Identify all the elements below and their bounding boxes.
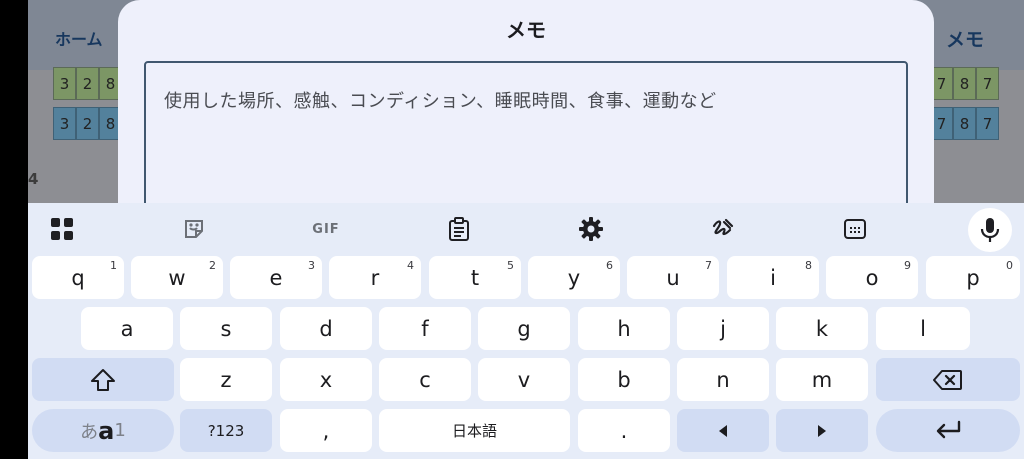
grid-cell: 7 <box>976 107 999 140</box>
key-b[interactable]: b <box>578 358 670 401</box>
space-key[interactable]: 日本語 <box>379 409 570 452</box>
arrow-left-icon <box>719 424 727 437</box>
key-a[interactable]: a <box>81 307 173 350</box>
key-hint: 5 <box>507 259 514 272</box>
key-g[interactable]: g <box>478 307 570 350</box>
key-d[interactable]: d <box>280 307 372 350</box>
key-i[interactable]: i8 <box>727 256 819 299</box>
key-u[interactable]: u7 <box>627 256 719 299</box>
key-k[interactable]: k <box>776 307 868 350</box>
cursor-right-key[interactable] <box>776 409 868 452</box>
shift-key[interactable] <box>32 358 174 401</box>
key-o[interactable]: o9 <box>826 256 918 299</box>
key-v[interactable]: v <box>478 358 570 401</box>
microphone-icon <box>980 218 1000 242</box>
key-f[interactable]: f <box>379 307 471 350</box>
key-m[interactable]: m <box>776 358 868 401</box>
key-label: p <box>966 265 980 290</box>
key-hint: 6 <box>606 259 613 272</box>
dialog-title: メモ <box>506 18 546 42</box>
key-label: q <box>71 265 85 290</box>
gif-icon[interactable]: GIF <box>306 215 346 243</box>
grid-cell: 3 <box>53 67 76 100</box>
key-e[interactable]: e3 <box>230 256 322 299</box>
grid-cell: 2 <box>76 107 99 140</box>
key-hint: 8 <box>805 259 812 272</box>
key-hint: 2 <box>209 259 216 272</box>
memo-placeholder: 使用した場所、感触、コンディション、睡眠時間、食事、運動など <box>164 91 717 112</box>
grid-cell: 3 <box>53 107 76 140</box>
language-switch-key[interactable]: あa1 <box>32 409 174 452</box>
memo-dialog: メモ 使用した場所、感触、コンディション、睡眠時間、食事、運動など <box>118 0 934 221</box>
key-c[interactable]: c <box>379 358 471 401</box>
key-hint: 9 <box>904 259 911 272</box>
key-q[interactable]: q1 <box>32 256 124 299</box>
num-label: 1 <box>114 420 126 441</box>
key-hint: 3 <box>308 259 315 272</box>
key-s[interactable]: s <box>180 307 272 350</box>
left-edge-bar <box>0 0 28 459</box>
key-label: y <box>567 265 581 290</box>
background-memo-tab: メモ <box>946 29 985 51</box>
kana-label: あ <box>80 421 99 443</box>
key-hint: 4 <box>407 259 414 272</box>
handwriting-icon[interactable] <box>709 215 737 243</box>
clipboard-icon[interactable] <box>445 215 473 243</box>
enter-key[interactable] <box>876 409 1020 452</box>
background-grid-row: 3 2 8 <box>53 67 122 100</box>
background-grid-row: 3 2 8 <box>53 107 122 140</box>
settings-gear-icon[interactable] <box>577 215 605 243</box>
backspace-key[interactable] <box>876 358 1020 401</box>
arrow-right-icon <box>818 424 826 437</box>
symbols-key[interactable]: ?123 <box>180 409 272 452</box>
apps-grid-icon[interactable] <box>48 215 76 243</box>
key-label: w <box>168 265 186 290</box>
enter-icon <box>936 420 961 438</box>
soft-keyboard: GIF q1 w2 e3 r4 t5 y6 u7 i8 o9 p0 a s d … <box>28 203 1024 459</box>
background-home-tab: ホーム <box>55 30 103 49</box>
comma-key[interactable]: , <box>280 409 372 452</box>
background-grid-row: 7 8 7 <box>930 67 999 100</box>
key-y[interactable]: y6 <box>528 256 620 299</box>
gif-label: GIF <box>312 221 340 237</box>
key-j[interactable]: j <box>677 307 769 350</box>
key-label: r <box>370 265 380 290</box>
period-key[interactable]: . <box>578 409 670 452</box>
sticker-icon[interactable] <box>180 215 208 243</box>
key-hint: 0 <box>1006 259 1013 272</box>
key-label: i <box>770 265 776 290</box>
grid-cell: 7 <box>976 67 999 100</box>
key-t[interactable]: t5 <box>429 256 521 299</box>
cursor-left-key[interactable] <box>677 409 769 452</box>
key-p[interactable]: p0 <box>926 256 1020 299</box>
key-w[interactable]: w2 <box>131 256 223 299</box>
grid-cell: 8 <box>953 107 976 140</box>
shift-icon <box>91 368 115 391</box>
key-r[interactable]: r4 <box>329 256 421 299</box>
key-hint: 1 <box>110 259 117 272</box>
key-label: t <box>470 265 480 290</box>
key-x[interactable]: x <box>280 358 372 401</box>
backspace-icon <box>933 369 962 390</box>
key-label: o <box>865 265 879 290</box>
memo-textarea[interactable]: 使用した場所、感触、コンディション、睡眠時間、食事、運動など <box>144 61 908 221</box>
background-section-number: 4 <box>28 170 39 188</box>
key-hint: 7 <box>705 259 712 272</box>
key-l[interactable]: l <box>876 307 970 350</box>
key-n[interactable]: n <box>677 358 769 401</box>
background-grid-row: 7 8 7 <box>930 107 999 140</box>
key-h[interactable]: h <box>578 307 670 350</box>
latin-label: a <box>98 416 115 445</box>
key-label: u <box>666 265 680 290</box>
grid-cell: 2 <box>76 67 99 100</box>
grid-cell: 8 <box>953 67 976 100</box>
key-z[interactable]: z <box>180 358 272 401</box>
microphone-button[interactable] <box>968 208 1012 252</box>
floating-keyboard-icon[interactable] <box>841 215 869 243</box>
key-label: e <box>269 265 283 290</box>
